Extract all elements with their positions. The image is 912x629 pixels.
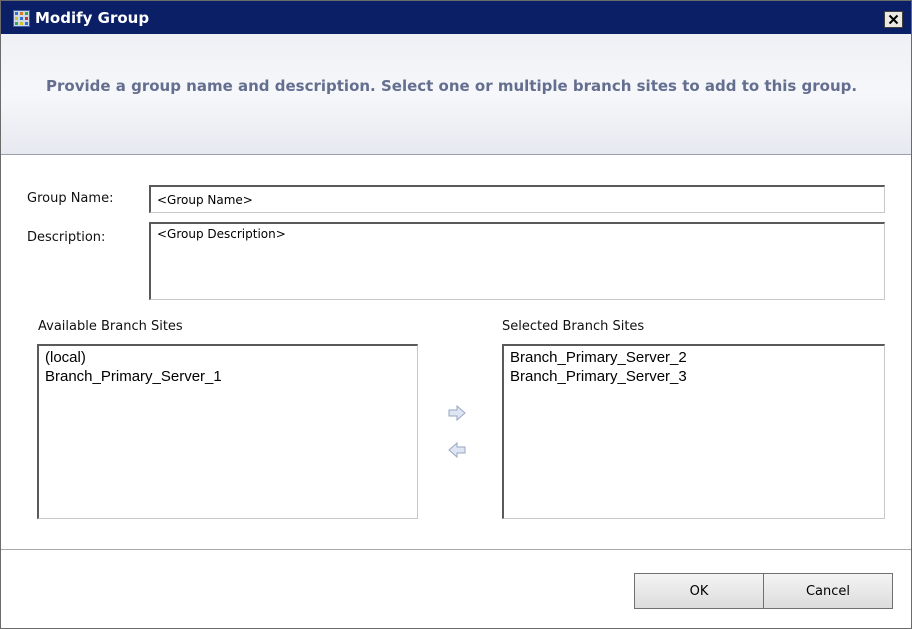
ok-button[interactable]: OK xyxy=(634,573,764,609)
list-item[interactable]: Branch_Primary_Server_2 xyxy=(510,348,878,367)
description-label: Description: xyxy=(27,230,106,245)
group-name-label: Group Name: xyxy=(27,191,114,206)
header-band: Provide a group name and description. Se… xyxy=(1,34,911,155)
instructions-text: Provide a group name and description. Se… xyxy=(46,77,858,95)
footer-divider xyxy=(1,549,911,550)
cancel-button[interactable]: Cancel xyxy=(763,573,893,609)
list-item[interactable]: Branch_Primary_Server_1 xyxy=(45,367,411,386)
available-sites-label: Available Branch Sites xyxy=(38,319,183,334)
selected-sites-list[interactable]: Branch_Primary_Server_2 Branch_Primary_S… xyxy=(502,344,885,519)
close-icon xyxy=(888,14,899,25)
list-item[interactable]: Branch_Primary_Server_3 xyxy=(510,367,878,386)
modify-group-dialog: Modify Group Provide a group name and de… xyxy=(0,0,912,629)
title-bar[interactable]: Modify Group xyxy=(1,1,911,34)
dialog-title: Modify Group xyxy=(35,9,150,27)
arrow-left-icon[interactable] xyxy=(447,440,467,460)
selected-sites-label: Selected Branch Sites xyxy=(502,319,645,334)
group-name-input[interactable] xyxy=(149,185,885,213)
list-item[interactable]: (local) xyxy=(45,348,411,367)
app-grid-icon xyxy=(13,10,30,27)
available-sites-list[interactable]: (local) Branch_Primary_Server_1 xyxy=(37,344,418,519)
description-input[interactable]: <Group Description> xyxy=(149,222,885,300)
close-button[interactable] xyxy=(884,11,903,28)
arrow-right-icon[interactable] xyxy=(447,403,467,423)
